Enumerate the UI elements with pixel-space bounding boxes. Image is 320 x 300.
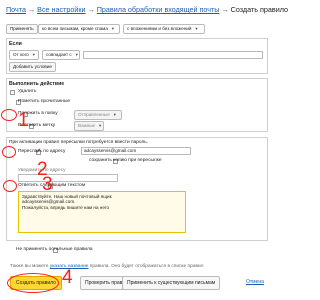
chevron-down-icon: ▼ bbox=[110, 26, 115, 31]
apply-button[interactable]: Применять bbox=[6, 24, 38, 34]
delete-label: Удалить bbox=[18, 89, 37, 94]
chevron-down-icon: ▼ bbox=[74, 52, 79, 57]
hint-suffix: правила. Оно будет отображаться в списке… bbox=[89, 264, 204, 269]
reply-textarea[interactable]: Здравствуйте. Наш новый почтовый ящик ad… bbox=[18, 191, 186, 233]
hint-prefix: Также вы можете bbox=[10, 264, 49, 269]
breadcrumb-rules[interactable]: Правила обработки входящей почты bbox=[97, 5, 220, 14]
mark-read-label: Пометить прочитанные bbox=[18, 99, 71, 104]
save-copy-label: сохранить копию при пересылке bbox=[89, 158, 162, 163]
condition-field-select[interactable]: От кого ▼ bbox=[9, 50, 39, 60]
annotation-number: 4 bbox=[62, 267, 73, 288]
notify-email-input[interactable] bbox=[18, 174, 118, 182]
add-condition-button[interactable]: Добавить условие bbox=[9, 62, 56, 72]
breadcrumb: Почта → Все настройки → Правила обработки вх… bbox=[6, 5, 288, 14]
apply-existing-button[interactable]: Применить к существующим письмам bbox=[122, 276, 221, 290]
page-title: Создать правило bbox=[230, 5, 288, 14]
cancel-link[interactable]: Отмена bbox=[246, 279, 264, 285]
annotation-circle bbox=[2, 146, 16, 158]
attachments-value: с вложениями и без вложений bbox=[127, 26, 192, 31]
actions-heading: Выполнить действие bbox=[9, 81, 65, 87]
chevron-down-icon: ▼ bbox=[31, 52, 36, 57]
annotation-number: 3 bbox=[42, 174, 53, 195]
annotation-circle bbox=[1, 109, 17, 121]
apply-scope-value: ко всем письмам, кроме спама bbox=[42, 26, 108, 31]
condition-value-input[interactable] bbox=[83, 51, 263, 59]
chevron-down-icon: ▼ bbox=[112, 112, 117, 117]
annotation-circle bbox=[7, 273, 59, 293]
forward-label: Переслать по адресу bbox=[18, 149, 66, 154]
condition-heading: Если bbox=[9, 41, 22, 47]
label-value: Важные bbox=[78, 123, 96, 128]
breadcrumb-separator: → bbox=[87, 5, 95, 14]
condition-field-value: От кого bbox=[13, 52, 29, 57]
dont-apply-rest-label: Не применять остальные правила bbox=[16, 247, 93, 252]
condition-operator-select[interactable]: совпадает с ▼ bbox=[42, 50, 80, 60]
breadcrumb-separator: → bbox=[221, 5, 229, 14]
folder-value: Отправленные bbox=[78, 112, 110, 117]
condition-operator-value: совпадает с bbox=[46, 52, 72, 57]
password-note: При активации правил пересылки потребует… bbox=[9, 140, 149, 145]
label-select[interactable]: Важные ▼ bbox=[74, 121, 104, 131]
annotation-circle bbox=[3, 180, 17, 192]
rule-name-hint: Также вы можете указать название правила… bbox=[10, 264, 204, 269]
chevron-down-icon: ▼ bbox=[194, 26, 199, 31]
reply-text-line: Пожалуйста, впредь пишите нам на него bbox=[22, 204, 110, 210]
delete-checkbox[interactable] bbox=[10, 90, 15, 96]
apply-scope-select[interactable]: ко всем письмам, кроме спама ▼ bbox=[38, 24, 120, 34]
annotation-number: 1 bbox=[18, 110, 29, 131]
breadcrumb-mail[interactable]: Почта bbox=[6, 5, 26, 14]
chevron-down-icon: ▼ bbox=[98, 123, 103, 128]
folder-select[interactable]: Отправленные ▼ bbox=[74, 110, 122, 120]
breadcrumb-separator: → bbox=[27, 5, 36, 14]
attachments-select[interactable]: с вложениями и без вложений ▼ bbox=[123, 24, 205, 34]
breadcrumb-all-settings[interactable]: Все настройки bbox=[37, 5, 85, 14]
forward-email-input[interactable]: adcaysservis@gmail.com bbox=[81, 147, 191, 155]
